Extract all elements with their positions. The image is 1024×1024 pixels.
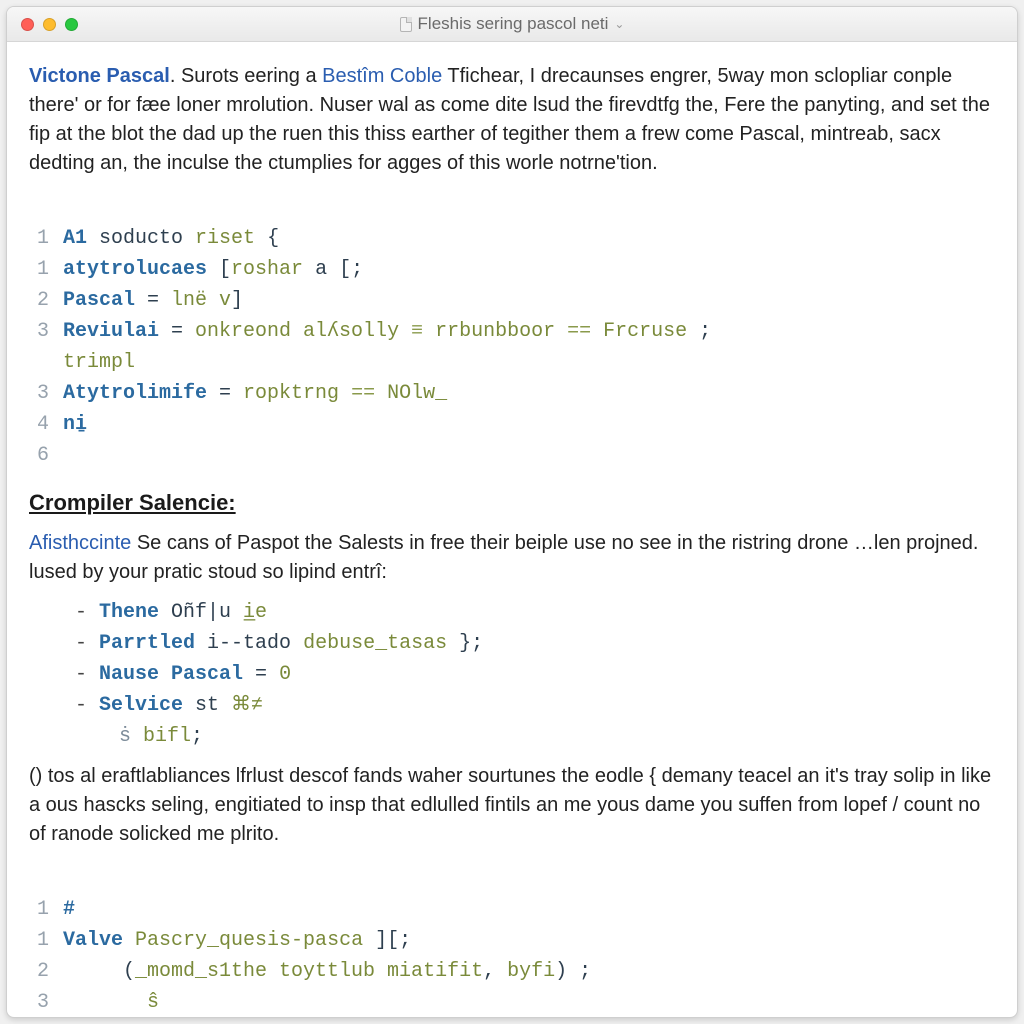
list-subitem: ṡ bifl;	[75, 721, 995, 752]
app-window: Fleshis sering pascol neti ⌄ Victone Pas…	[6, 6, 1018, 1018]
para2-link[interactable]: Afisthccinte	[29, 532, 131, 554]
para-3: () tos al eraftlabliances lfrlust descof…	[29, 762, 995, 849]
code-block-2[interactable]: 1# 1Valve Pascry_quesis-pasca ][; 2 (_mo…	[29, 859, 995, 1017]
window-title: Fleshis sering pascol neti ⌄	[7, 14, 1017, 34]
document-body: Victone Pascal. Surots eering a Bestîm C…	[7, 42, 1017, 1017]
list-item: Selvice st ⌘≠	[75, 690, 995, 721]
window-title-text: Fleshis sering pascol neti	[418, 14, 609, 34]
para-2: Afisthccinte Se cans of Paspot the Sales…	[29, 529, 995, 587]
zoom-icon[interactable]	[65, 18, 78, 31]
list-item: Nause Pascal = 0	[75, 659, 995, 690]
mid-link[interactable]: Bestîm Coble	[322, 65, 442, 87]
intro-paragraph: Victone Pascal. Surots eering a Bestîm C…	[29, 62, 995, 178]
close-icon[interactable]	[21, 18, 34, 31]
lead-link[interactable]: Victone Pascal	[29, 65, 170, 87]
minimize-icon[interactable]	[43, 18, 56, 31]
titlebar[interactable]: Fleshis sering pascol neti ⌄	[7, 7, 1017, 42]
section-heading: Crompiler Salencie:	[29, 487, 995, 519]
document-icon	[400, 17, 412, 32]
code-block-1[interactable]: 1A1 soducto riset { 1atytrolucaes [rosha…	[29, 188, 995, 477]
window-controls	[7, 18, 78, 31]
bullet-list: Thene Oñf|u i̲e Parrtled i--tado debuse_…	[29, 597, 995, 752]
list-item: Thene Oñf|u i̲e	[75, 597, 995, 628]
list-item: Parrtled i--tado debuse_tasas };	[75, 628, 995, 659]
chevron-down-icon: ⌄	[614, 17, 624, 31]
